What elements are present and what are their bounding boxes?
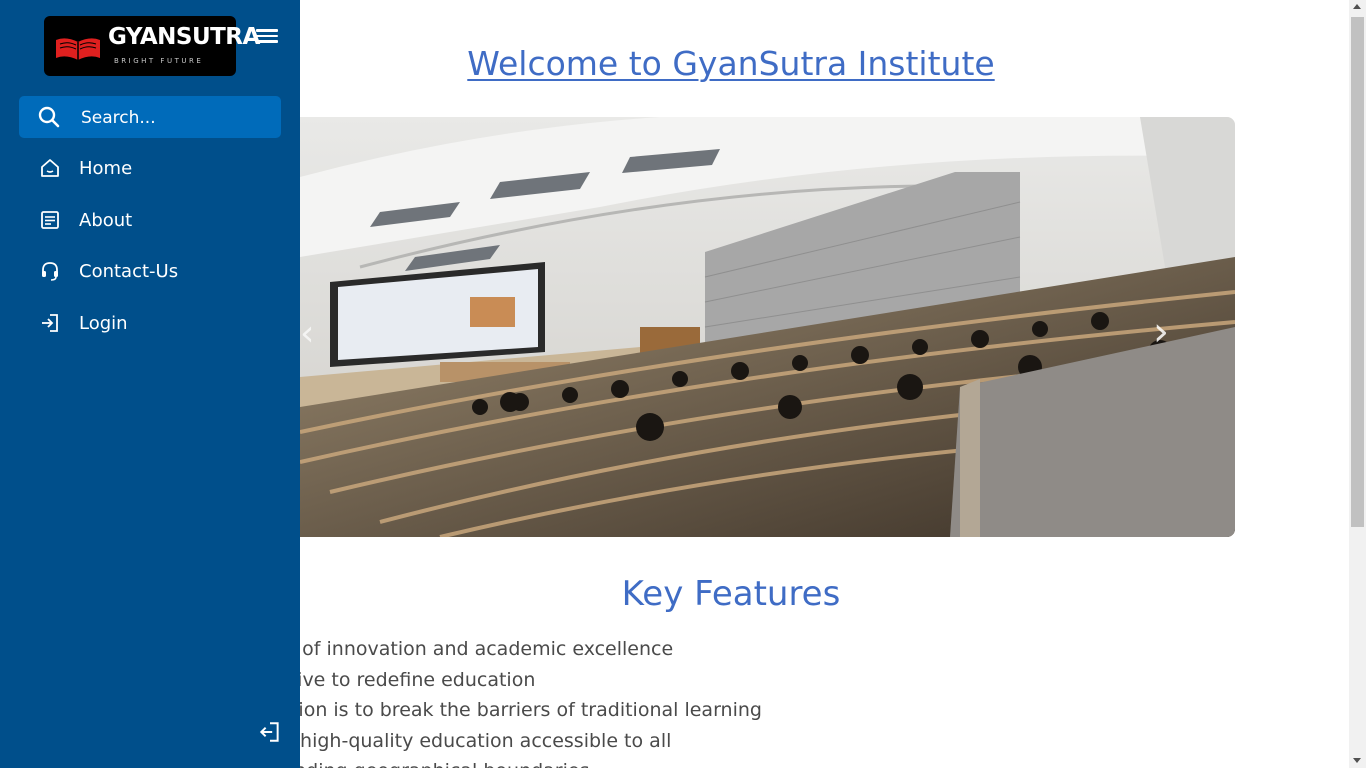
sidebar-item-about[interactable]: About (19, 200, 281, 240)
login-icon (19, 312, 79, 334)
home-icon (19, 157, 79, 179)
brand-logo[interactable]: GYANSUTRA BRIGHT FUTURE (44, 16, 260, 76)
carousel-prev-icon[interactable]: ‹ (300, 314, 320, 354)
sidebar-item-label: About (79, 209, 133, 231)
sidebar-item-home[interactable]: Home (19, 148, 281, 188)
lecture-hall-image (300, 117, 1235, 537)
search-input[interactable] (79, 105, 273, 131)
sidebar-item-login[interactable]: Login (19, 303, 281, 343)
scroll-up-icon[interactable] (1353, 4, 1361, 9)
sidebar: GYANSUTRA BRIGHT FUTURE Home About Conta… (0, 0, 300, 768)
image-carousel[interactable] (300, 117, 1235, 537)
open-book-icon (56, 38, 100, 60)
feature-item: ke high-quality education accessible to … (272, 729, 672, 752)
feature-item: ub of innovation and academic excellence (272, 638, 674, 660)
document-icon (19, 209, 79, 231)
sidebar-item-label: Home (79, 157, 133, 179)
scroll-down-icon[interactable] (1353, 758, 1361, 763)
scrollbar-thumb[interactable] (1351, 17, 1364, 527)
search-icon (38, 106, 60, 128)
sidebar-item-label: Contact-Us (79, 260, 179, 282)
sidebar-item-contact-us[interactable]: Contact-Us (19, 251, 281, 291)
brand-tagline: BRIGHT FUTURE (114, 57, 204, 65)
features-list: ub of innovation and academic excellence… (272, 634, 762, 768)
carousel-next-icon[interactable]: › (1146, 312, 1176, 352)
sidebar-search[interactable] (19, 96, 281, 138)
vertical-scrollbar[interactable] (1349, 0, 1366, 768)
headset-icon (19, 260, 79, 282)
logout-icon[interactable] (258, 720, 282, 748)
brand-name: GYANSUTRA (108, 24, 260, 50)
feature-item: cending geographical boundaries (272, 756, 762, 768)
feature-item: vision is to break the barriers of tradi… (272, 699, 762, 721)
hamburger-menu-icon[interactable] (256, 26, 278, 46)
feature-item: strive to redefine education (272, 668, 536, 691)
sidebar-item-label: Login (79, 312, 128, 334)
